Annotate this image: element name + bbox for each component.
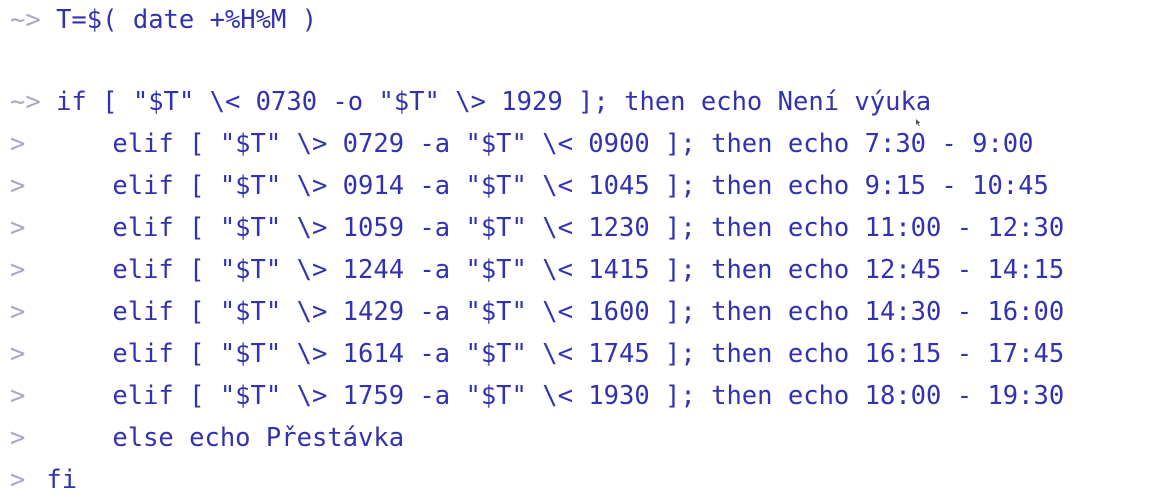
prompt: >	[10, 465, 26, 495]
terminal-line-10: > else echo Přestávka	[10, 420, 404, 456]
prompt: ~>	[10, 87, 41, 117]
prompt: >	[10, 171, 26, 201]
prompt: >	[10, 213, 26, 243]
prompt: >	[10, 297, 26, 327]
mouse-pointer-icon	[916, 119, 921, 126]
terminal-line-4: > elif [ "$T" \> 0914 -a "$T" \< 1045 ]; …	[10, 168, 1049, 204]
command-text: else echo Přestávka	[112, 423, 405, 453]
terminal-line-11: > fi	[10, 462, 77, 498]
prompt: >	[10, 381, 26, 411]
command-text: T=$( date +%H%M )	[56, 5, 318, 35]
prompt: >	[10, 339, 26, 369]
command-text: elif [ "$T" \> 1614 -a "$T" \< 1745 ]; t…	[112, 339, 1065, 369]
command-text: fi	[46, 465, 78, 495]
terminal-line-3: > elif [ "$T" \> 0729 -a "$T" \< 0900 ]; …	[10, 126, 1034, 162]
terminal-line-8: > elif [ "$T" \> 1614 -a "$T" \< 1745 ]; …	[10, 336, 1064, 372]
command-text: if [ "$T" \< 0730 -o "$T" \> 1929 ]; the…	[56, 87, 932, 117]
command-text: elif [ "$T" \> 1759 -a "$T" \< 1930 ]; t…	[112, 381, 1065, 411]
terminal-line-1: ~> T=$( date +%H%M )	[10, 2, 317, 38]
prompt: ~>	[10, 5, 41, 35]
terminal-line-6: > elif [ "$T" \> 1244 -a "$T" \< 1415 ]; …	[10, 252, 1064, 288]
terminal-line-9: > elif [ "$T" \> 1759 -a "$T" \< 1930 ]; …	[10, 378, 1064, 414]
command-text: elif [ "$T" \> 1059 -a "$T" \< 1230 ]; t…	[112, 213, 1065, 243]
command-text: elif [ "$T" \> 0729 -a "$T" \< 0900 ]; t…	[112, 129, 1034, 159]
prompt: >	[10, 129, 26, 159]
command-text: elif [ "$T" \> 1429 -a "$T" \< 1600 ]; t…	[112, 297, 1065, 327]
terminal-line-5: > elif [ "$T" \> 1059 -a "$T" \< 1230 ]; …	[10, 210, 1064, 246]
prompt: >	[10, 255, 26, 285]
command-text: elif [ "$T" \> 1244 -a "$T" \< 1415 ]; t…	[112, 255, 1065, 285]
terminal-line-7: > elif [ "$T" \> 1429 -a "$T" \< 1600 ]; …	[10, 294, 1064, 330]
terminal-line-2: ~> if [ "$T" \< 0730 -o "$T" \> 1929 ]; …	[10, 84, 931, 120]
command-text: elif [ "$T" \> 0914 -a "$T" \< 1045 ]; t…	[112, 171, 1049, 201]
terminal-window[interactable]: ~> T=$( date +%H%M ) ~> if [ "$T" \< 073…	[0, 0, 1156, 495]
prompt: >	[10, 423, 26, 453]
